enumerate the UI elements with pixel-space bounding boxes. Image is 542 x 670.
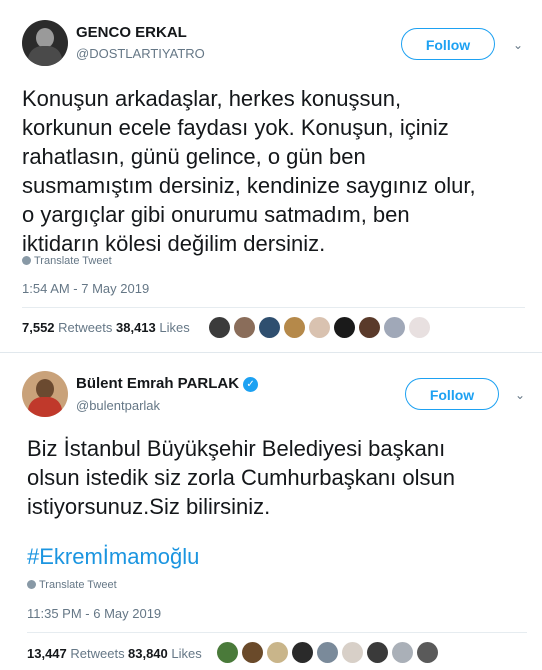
liker-avatar[interactable] <box>267 642 288 663</box>
liker-avatar[interactable] <box>384 317 405 338</box>
liker-avatar[interactable] <box>317 642 338 663</box>
liker-avatar[interactable] <box>292 642 313 663</box>
retweets-stat[interactable]: 7,552 Retweets <box>22 320 112 335</box>
globe-icon <box>27 580 36 589</box>
author-handle[interactable]: @DOSTLARTIYATRO <box>76 46 205 61</box>
liker-avatar[interactable] <box>392 642 413 663</box>
verified-badge-icon: ✓ <box>243 377 259 392</box>
likers-avatars[interactable] <box>209 317 430 338</box>
liker-avatar[interactable] <box>342 642 363 663</box>
liker-avatar[interactable] <box>409 317 430 338</box>
tweet-separator <box>0 352 542 353</box>
liker-avatar[interactable] <box>209 317 230 338</box>
liker-avatar[interactable] <box>259 317 280 338</box>
chevron-down-icon[interactable]: ⌄ <box>515 388 525 402</box>
liker-avatar[interactable] <box>417 642 438 663</box>
chevron-down-icon[interactable]: ⌄ <box>513 38 523 52</box>
translate-tweet-link[interactable]: Translate Tweet <box>22 255 112 267</box>
likers-avatars[interactable] <box>217 642 438 663</box>
liker-avatar[interactable] <box>334 317 355 338</box>
liker-avatar[interactable] <box>309 317 330 338</box>
liker-avatar[interactable] <box>234 317 255 338</box>
follow-button[interactable]: Follow <box>405 378 499 410</box>
tweet-text: Konuşun arkadaşlar, herkes konuşsun, kor… <box>22 86 476 256</box>
hashtag-link[interactable]: #Ekremİmamoğlu <box>27 544 199 570</box>
avatar[interactable] <box>22 20 68 66</box>
likes-stat[interactable]: 83,840 Likes <box>128 646 202 661</box>
globe-icon <box>22 256 31 265</box>
liker-avatar[interactable] <box>359 317 380 338</box>
liker-avatar[interactable] <box>367 642 388 663</box>
liker-avatar[interactable] <box>242 642 263 663</box>
tweet-text: Biz İstanbul Büyükşehir Belediyesi başka… <box>27 436 455 519</box>
divider <box>27 632 527 633</box>
timestamp[interactable]: 11:35 PM - 6 May 2019 <box>27 606 161 621</box>
author-handle[interactable]: @bulentparlak <box>76 398 160 413</box>
liker-avatar[interactable] <box>217 642 238 663</box>
follow-button[interactable]: Follow <box>401 28 495 60</box>
timestamp[interactable]: 1:54 AM - 7 May 2019 <box>22 281 149 296</box>
author-name[interactable]: GENCO ERKAL <box>76 24 187 41</box>
divider <box>22 307 525 308</box>
translate-tweet-link[interactable]: Translate Tweet <box>27 579 117 591</box>
likes-stat[interactable]: 38,413 Likes <box>116 320 190 335</box>
liker-avatar[interactable] <box>284 317 305 338</box>
author-name[interactable]: Bülent Emrah PARLAK ✓ <box>76 375 259 392</box>
retweets-stat[interactable]: 13,447 Retweets <box>27 646 125 661</box>
avatar[interactable] <box>22 371 68 417</box>
